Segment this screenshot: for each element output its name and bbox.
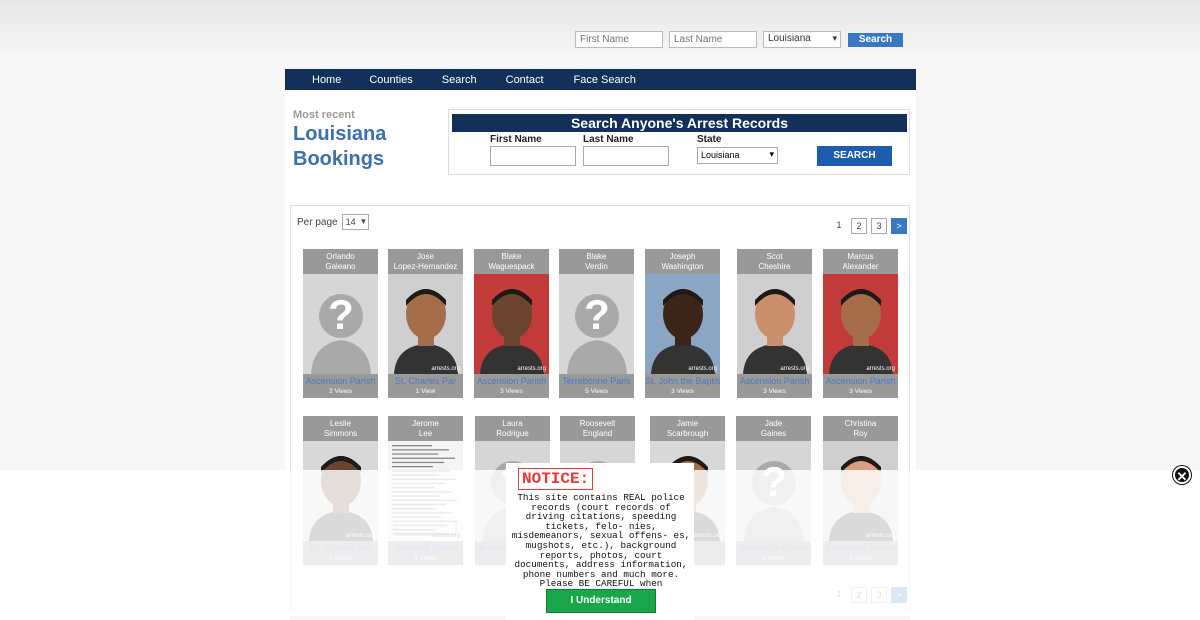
card-parish-link[interactable]: Terrebonne Paris (559, 376, 634, 386)
watermark: arrests.org (688, 366, 717, 372)
booking-card[interactable]: Jose Lopez-Hernandez arrests.org St. Charle… (388, 249, 463, 398)
card-name[interactable]: Leslie Simmons (303, 416, 378, 441)
top-last-name-input[interactable] (669, 31, 757, 48)
nav-face-search[interactable]: Face Search (574, 74, 636, 86)
arrest-search-box: Search Anyone's Arrest Records First Nam… (448, 109, 910, 175)
page-2[interactable]: 2 (851, 218, 867, 234)
notice-text: This site contains REAL police records (… (511, 492, 691, 598)
watermark: arrests.org (866, 366, 895, 372)
svg-text:?: ? (584, 291, 610, 338)
card-views: 3 Views (763, 388, 786, 395)
card-views: 3 Views (671, 388, 694, 395)
card-name[interactable]: Jerome Lee (388, 416, 463, 441)
booking-card[interactable]: Joseph Washington arrests.org St. John the … (645, 249, 720, 398)
search-box-title: Search Anyone's Arrest Records (452, 114, 907, 132)
card-views: 5 Views (585, 388, 608, 395)
watermark: arrests.org (780, 366, 809, 372)
card-parish-link[interactable]: Ascension Parish (303, 376, 378, 386)
card-name[interactable]: Joseph Washington (645, 249, 720, 274)
card-parish-link[interactable]: St. Charles Par (388, 376, 463, 386)
page-3[interactable]: 3 (871, 218, 887, 234)
notice-title: NOTICE: (518, 468, 594, 490)
state-select[interactable]: Louisiana (697, 147, 778, 164)
per-page-control: Per page 14 (297, 214, 369, 230)
page-next[interactable]: > (891, 218, 907, 234)
top-state-select[interactable]: Louisiana (763, 31, 841, 48)
watermark: arrests.org (431, 366, 460, 372)
top-search-button[interactable]: Search (848, 32, 903, 47)
card-views: 3 Views (849, 388, 872, 395)
close-icon[interactable]: ✕ (1173, 466, 1191, 484)
top-search-bar: Louisiana Search (575, 31, 903, 48)
card-parish-link[interactable]: Ascension Parish (737, 376, 812, 386)
card-name[interactable]: Roosevelt England (560, 416, 635, 441)
main-nav: Home Counties Search Contact Face Search (285, 69, 916, 90)
mugshot-photo: arrests.org (388, 274, 463, 374)
heading-title-line2: Bookings (293, 148, 385, 170)
watermark: arrests.org (517, 366, 546, 372)
card-views: 1 View (415, 388, 436, 395)
i-understand-button[interactable]: I Understand (546, 589, 656, 613)
card-parish-link[interactable]: St. John the Baptist (645, 376, 720, 386)
last-name-field[interactable] (583, 146, 669, 166)
nav-counties[interactable]: Counties (369, 74, 412, 86)
heading-subtitle: Most recent (293, 109, 355, 121)
card-name[interactable]: Marcus Alexander (823, 249, 898, 274)
booking-card[interactable]: Marcus Alexander arrests.org Ascension Pari… (823, 249, 898, 398)
card-views: 2 Views (329, 388, 352, 395)
top-first-name-input[interactable] (575, 31, 663, 48)
card-name[interactable]: Blake Verdin (559, 249, 634, 274)
mugshot-photo: arrests.org (823, 274, 898, 374)
card-name[interactable]: Blake Waguespack (474, 249, 549, 274)
mugshot-photo: arrests.org (737, 274, 812, 374)
booking-card[interactable]: Blake Verdin? Terrebonne Paris 5 Views (559, 249, 634, 398)
card-name[interactable]: Jose Lopez-Hernandez (388, 249, 463, 274)
first-name-field[interactable] (490, 146, 576, 166)
card-name[interactable]: Christina Roy (823, 416, 898, 441)
svg-text:?: ? (328, 291, 354, 338)
page-heading: Most recent Louisiana Bookings (293, 109, 386, 171)
card-parish-link[interactable]: Ascension Parish (474, 376, 549, 386)
first-name-label: First Name (490, 134, 542, 145)
mugshot-photo: arrests.org (645, 274, 720, 374)
nav-search[interactable]: Search (442, 74, 477, 86)
pagination-top: 1 2 3 > (831, 218, 907, 234)
card-name[interactable]: Jade Gaines (736, 416, 811, 441)
page-1[interactable]: 1 (831, 218, 847, 234)
mugshot-photo: arrests.org (474, 274, 549, 374)
notice-dialog: NOTICE: This site contains REAL police r… (506, 463, 694, 620)
card-name[interactable]: Jamie Scarbrough (650, 416, 725, 441)
last-name-label: Last Name (583, 134, 634, 145)
heading-title-line1: Louisiana (293, 123, 387, 145)
booking-card[interactable]: Blake Waguespack arrests.org Ascension Pari… (474, 249, 549, 398)
per-page-label: Per page (297, 216, 338, 228)
card-name[interactable]: Scot Cheshire (737, 249, 812, 274)
nav-contact[interactable]: Contact (506, 74, 544, 86)
booking-card[interactable]: Orlando Galeano? Ascension Parish 2 Views (303, 249, 378, 398)
nav-home[interactable]: Home (312, 74, 341, 86)
placeholder-silhouette-icon: ? (559, 274, 634, 374)
per-page-select[interactable]: 14 (341, 214, 369, 230)
card-name[interactable]: Laura Rodrigue (475, 416, 550, 441)
state-label: State (697, 134, 722, 145)
card-name[interactable]: Orlando Galeano (303, 249, 378, 274)
card-views: 3 Views (500, 388, 523, 395)
card-parish-link[interactable]: Ascension Parish (823, 376, 898, 386)
booking-card[interactable]: Scot Cheshire arrests.org Ascension Parish 3… (737, 249, 812, 398)
placeholder-silhouette-icon: ? (303, 274, 378, 374)
search-submit-button[interactable]: SEARCH (817, 146, 892, 166)
